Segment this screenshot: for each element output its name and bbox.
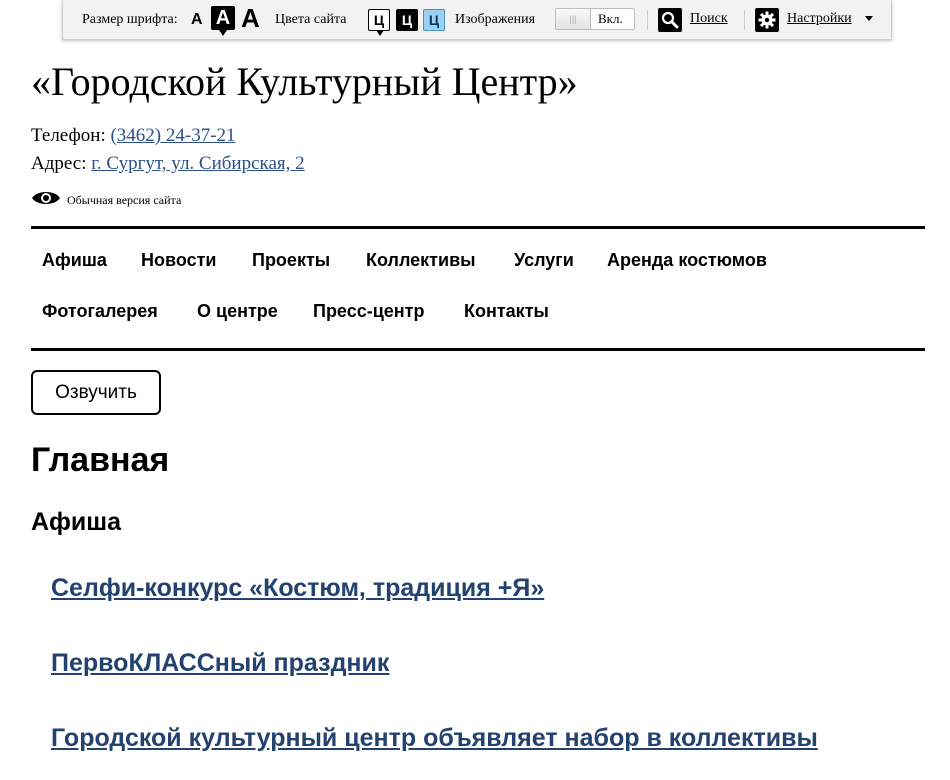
color-scheme-white-button[interactable]: Ц <box>368 9 390 36</box>
speak-button[interactable]: Озвучить <box>31 370 161 415</box>
phone-label: Телефон: <box>31 125 106 146</box>
nav-item-news[interactable]: Новости <box>141 250 216 271</box>
nav-item-about[interactable]: О центре <box>197 301 278 322</box>
normal-version-link[interactable]: Обычная версия сайта <box>67 193 181 208</box>
divider <box>647 10 648 30</box>
nav-item-press-center[interactable]: Пресс-центр <box>313 301 424 322</box>
phone-link[interactable]: (3462) 24-37-21 <box>110 125 235 146</box>
divider <box>744 10 745 30</box>
nav-item-collectives[interactable]: Коллективы <box>366 250 476 271</box>
nav-item-photo-gallery[interactable]: Фотогалерея <box>42 301 158 322</box>
nav-item-projects[interactable]: Проекты <box>252 250 330 271</box>
gear-icon[interactable] <box>755 8 779 32</box>
search-icon[interactable] <box>658 8 682 32</box>
font-size-large-button[interactable]: A <box>241 5 260 31</box>
nav-item-afisha[interactable]: Афиша <box>42 250 107 271</box>
images-toggle[interactable]: ||| Вкл. <box>555 8 635 30</box>
color-scheme-black-button[interactable]: Ц <box>396 9 418 31</box>
normal-version-switch[interactable]: Обычная версия сайта <box>31 190 181 210</box>
address-line: Адрес: г. Сургут, ул. Сибирская, 2 <box>31 152 305 176</box>
site-colors-label: Цвета сайта <box>275 12 347 27</box>
color-scheme-blue-button[interactable]: Ц <box>423 9 445 31</box>
toggle-knob: ||| <box>556 9 591 29</box>
accessibility-toolbar: Размер шрифта: A A A Цвета сайта Ц Ц Ц И… <box>62 0 892 40</box>
nav-item-services[interactable]: Услуги <box>514 250 574 271</box>
images-label: Изображения <box>455 12 536 27</box>
font-size-medium-button[interactable]: A <box>211 6 235 36</box>
news-link[interactable]: ПервоКЛАССный праздник <box>51 647 389 679</box>
news-link[interactable]: Селфи-конкурс «Костюм, традиция +Я» <box>51 572 544 604</box>
site-title: «Городской Культурный Центр» <box>31 59 578 104</box>
section-title: Афиша <box>31 508 122 536</box>
nav-bottom-divider <box>31 348 925 351</box>
eye-icon <box>31 189 61 212</box>
search-link[interactable]: Поиск <box>690 11 728 27</box>
chevron-down-icon[interactable] <box>865 16 873 21</box>
settings-link[interactable]: Настройки <box>787 11 852 27</box>
images-state: Вкл. <box>598 11 623 26</box>
nav-top-divider <box>31 226 925 229</box>
font-size-label: Размер шрифта: <box>82 12 178 27</box>
phone-line: Телефон: (3462) 24-37-21 <box>31 124 236 148</box>
address-link[interactable]: г. Сургут, ул. Сибирская, 2 <box>91 153 304 174</box>
nav-item-costume-rental[interactable]: Аренда костюмов <box>607 250 767 271</box>
news-link[interactable]: Городской культурный центр объявляет наб… <box>51 722 818 754</box>
nav-item-contacts[interactable]: Контакты <box>464 301 549 322</box>
font-size-small-button[interactable]: A <box>191 12 203 28</box>
address-label: Адрес: <box>31 153 87 174</box>
page-title: Главная <box>31 441 170 479</box>
